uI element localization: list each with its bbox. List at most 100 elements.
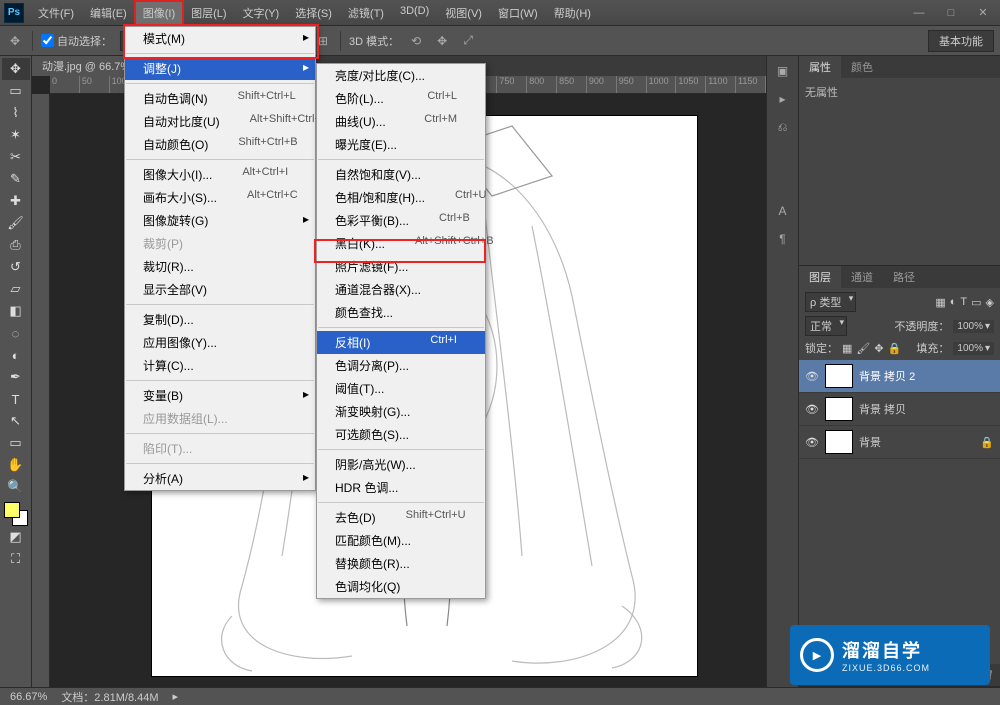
layer-kind-dropdown[interactable]: ρ 类型 bbox=[805, 292, 856, 312]
layer-row[interactable]: 👁 背景 拷贝 bbox=[799, 393, 1000, 426]
menu-item[interactable]: 反相(I)Ctrl+I bbox=[317, 331, 485, 354]
menu-select[interactable]: 选择(S) bbox=[287, 1, 340, 25]
blend-mode-dropdown[interactable]: 正常 bbox=[805, 316, 847, 336]
minimize-button[interactable]: — bbox=[906, 5, 932, 21]
menu-type[interactable]: 文字(Y) bbox=[235, 1, 288, 25]
eraser-tool[interactable]: ▱ bbox=[2, 278, 30, 300]
history-brush-tool[interactable]: ↺ bbox=[2, 256, 30, 278]
menu-item[interactable]: 调整(J) bbox=[125, 57, 315, 80]
menu-item[interactable]: 照片滤镜(F)... bbox=[317, 255, 485, 278]
type-tool[interactable]: T bbox=[2, 388, 30, 410]
menu-item[interactable]: 模式(M) bbox=[125, 27, 315, 50]
menu-item[interactable]: 画布大小(S)...Alt+Ctrl+C bbox=[125, 186, 315, 209]
brush-tool[interactable]: 🖌 bbox=[2, 212, 30, 234]
mode3d-pan-icon[interactable]: ✥ bbox=[433, 32, 451, 50]
para-panel-icon[interactable]: ¶ bbox=[772, 228, 794, 250]
auto-select-checkbox[interactable]: 自动选择： bbox=[41, 33, 112, 49]
menu-item[interactable]: 亮度/对比度(C)... bbox=[317, 64, 485, 87]
lock-all-icon[interactable]: 🔒 bbox=[888, 342, 902, 355]
menu-item[interactable]: 颜色查找... bbox=[317, 301, 485, 324]
menu-item[interactable]: 分析(A) bbox=[125, 467, 315, 490]
layer-row[interactable]: 👁 背景 🔒 bbox=[799, 426, 1000, 459]
tab-channels[interactable]: 通道 bbox=[841, 266, 883, 288]
menu-item[interactable]: 色阶(L)...Ctrl+L bbox=[317, 87, 485, 110]
menu-item[interactable]: 显示全部(V) bbox=[125, 278, 315, 301]
menu-item[interactable]: 自动色调(N)Shift+Ctrl+L bbox=[125, 87, 315, 110]
menu-window[interactable]: 窗口(W) bbox=[490, 1, 546, 25]
maximize-button[interactable]: □ bbox=[938, 5, 964, 21]
menu-item[interactable]: 通道混合器(X)... bbox=[317, 278, 485, 301]
brush-panel-icon[interactable]: ⎌ bbox=[772, 116, 794, 138]
color-swatch[interactable] bbox=[4, 502, 28, 526]
filter-adjust-icon[interactable]: ◐ bbox=[950, 296, 957, 308]
workspace-button[interactable]: 基本功能 bbox=[928, 30, 994, 52]
menu-layer[interactable]: 图层(L) bbox=[183, 1, 234, 25]
layer-row[interactable]: 👁 背景 拷贝 2 bbox=[799, 360, 1000, 393]
zoom-readout[interactable]: 66.67% bbox=[10, 691, 47, 703]
menu-item[interactable]: 阈值(T)... bbox=[317, 377, 485, 400]
eyedropper-tool[interactable]: ✎ bbox=[2, 168, 30, 190]
filter-smart-icon[interactable]: ◈ bbox=[986, 296, 994, 309]
menu-item[interactable]: 色调均化(Q) bbox=[317, 575, 485, 598]
menu-item[interactable]: 黑白(K)...Alt+Shift+Ctrl+B bbox=[317, 232, 485, 255]
menu-item[interactable]: 自然饱和度(V)... bbox=[317, 163, 485, 186]
visibility-icon[interactable]: 👁 bbox=[805, 436, 819, 449]
tab-color[interactable]: 颜色 bbox=[841, 56, 883, 78]
lock-trans-icon[interactable]: ▦ bbox=[842, 342, 852, 355]
menu-item[interactable]: 去色(D)Shift+Ctrl+U bbox=[317, 506, 485, 529]
menu-filter[interactable]: 滤镜(T) bbox=[340, 1, 392, 25]
layer-name[interactable]: 背景 拷贝 2 bbox=[859, 368, 994, 384]
align-icon-3[interactable]: ⊞ bbox=[314, 32, 332, 50]
lasso-tool[interactable]: ⌇ bbox=[2, 102, 30, 124]
heal-tool[interactable]: ✚ bbox=[2, 190, 30, 212]
menu-view[interactable]: 视图(V) bbox=[437, 1, 490, 25]
menu-item[interactable]: 阴影/高光(W)... bbox=[317, 453, 485, 476]
tab-layers[interactable]: 图层 bbox=[799, 266, 841, 288]
menu-image[interactable]: 图像(I) bbox=[135, 1, 183, 25]
visibility-icon[interactable]: 👁 bbox=[805, 403, 819, 416]
menu-item[interactable]: 复制(D)... bbox=[125, 308, 315, 331]
menu-item[interactable]: 可选颜色(S)... bbox=[317, 423, 485, 446]
menu-file[interactable]: 文件(F) bbox=[30, 1, 82, 25]
lock-paint-icon[interactable]: 🖌 bbox=[856, 342, 870, 355]
menu-help[interactable]: 帮助(H) bbox=[546, 1, 599, 25]
opacity-field[interactable]: 100%▾ bbox=[953, 320, 994, 333]
menu-item[interactable]: 变量(B) bbox=[125, 384, 315, 407]
shape-tool[interactable]: ▭ bbox=[2, 432, 30, 454]
tab-properties[interactable]: 属性 bbox=[799, 56, 841, 78]
filter-shape-icon[interactable]: ▭ bbox=[971, 296, 981, 309]
layer-name[interactable]: 背景 拷贝 bbox=[859, 401, 994, 417]
filter-type-icon[interactable]: T bbox=[960, 296, 967, 308]
history-icon[interactable]: ▣ bbox=[772, 60, 794, 82]
fill-field[interactable]: 100%▾ bbox=[953, 342, 994, 355]
pen-tool[interactable]: ✒ bbox=[2, 366, 30, 388]
menu-item[interactable]: 计算(C)... bbox=[125, 354, 315, 377]
quickmask-tool[interactable]: ◩ bbox=[2, 526, 30, 548]
menu-item[interactable]: 应用图像(Y)... bbox=[125, 331, 315, 354]
menu-3d[interactable]: 3D(D) bbox=[392, 1, 437, 25]
menu-item[interactable]: 色调分离(P)... bbox=[317, 354, 485, 377]
marquee-tool[interactable]: ▭ bbox=[2, 80, 30, 102]
menu-item[interactable]: 渐变映射(G)... bbox=[317, 400, 485, 423]
layer-name[interactable]: 背景 bbox=[859, 434, 974, 450]
gradient-tool[interactable]: ◧ bbox=[2, 300, 30, 322]
menu-item[interactable]: 图像大小(I)...Alt+Ctrl+I bbox=[125, 163, 315, 186]
menu-item[interactable]: 图像旋转(G) bbox=[125, 209, 315, 232]
filter-pixel-icon[interactable]: ▦ bbox=[935, 296, 945, 309]
menu-item[interactable]: 匹配颜色(M)... bbox=[317, 529, 485, 552]
menu-edit[interactable]: 编辑(E) bbox=[82, 1, 135, 25]
visibility-icon[interactable]: 👁 bbox=[805, 370, 819, 383]
wand-tool[interactable]: ✶ bbox=[2, 124, 30, 146]
menu-item[interactable]: 自动颜色(O)Shift+Ctrl+B bbox=[125, 133, 315, 156]
menu-item[interactable]: 曝光度(E)... bbox=[317, 133, 485, 156]
menu-item[interactable]: 替换颜色(R)... bbox=[317, 552, 485, 575]
menu-item[interactable]: HDR 色调... bbox=[317, 476, 485, 499]
dodge-tool[interactable]: ◐ bbox=[2, 344, 30, 366]
move-tool[interactable]: ✥ bbox=[2, 58, 30, 80]
lock-pos-icon[interactable]: ✥ bbox=[874, 342, 883, 355]
mode3d-orbit-icon[interactable]: ⟲ bbox=[407, 32, 425, 50]
char-panel-icon[interactable]: A bbox=[772, 200, 794, 222]
menu-item[interactable]: 曲线(U)...Ctrl+M bbox=[317, 110, 485, 133]
actions-icon[interactable]: ▸ bbox=[772, 88, 794, 110]
menu-item[interactable]: 色彩平衡(B)...Ctrl+B bbox=[317, 209, 485, 232]
